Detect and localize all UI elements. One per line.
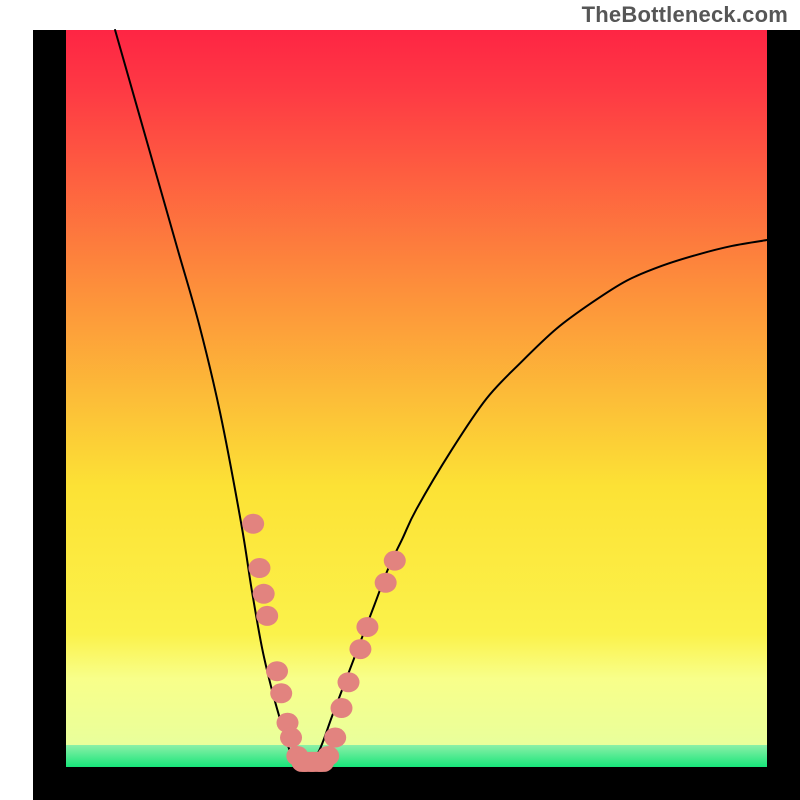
curve-marker <box>338 672 360 692</box>
curve-marker-flat <box>291 752 334 772</box>
curve-marker <box>248 558 270 578</box>
curve-marker <box>330 698 352 718</box>
curve-marker <box>256 606 278 626</box>
curve-marker <box>242 514 264 534</box>
curve-marker <box>266 661 288 681</box>
bottleneck-chart <box>0 0 800 800</box>
curve-marker <box>253 584 275 604</box>
curve-marker <box>375 573 397 593</box>
curve-marker <box>384 551 406 571</box>
curve-marker <box>349 639 371 659</box>
curve-marker <box>324 728 346 748</box>
curve-marker <box>280 728 302 748</box>
curve-marker <box>270 683 292 703</box>
curve-marker <box>356 617 378 637</box>
chart-container: TheBottleneck.com <box>0 0 800 800</box>
